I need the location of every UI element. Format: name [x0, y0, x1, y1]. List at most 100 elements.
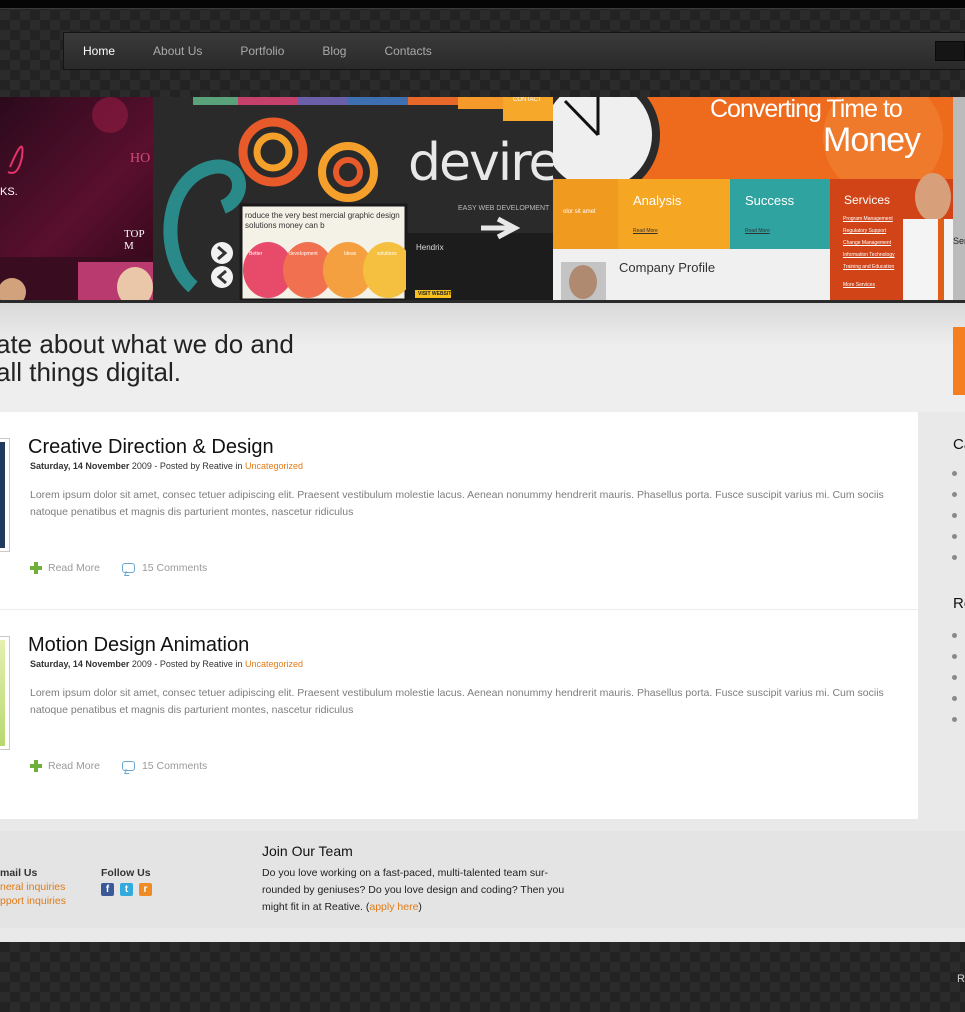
- sidebar-list-item[interactable]: [952, 550, 960, 571]
- slide-center-brand: devire: [408, 133, 553, 193]
- service-link[interactable]: Information Technology: [843, 249, 895, 261]
- plus-icon: [30, 562, 42, 574]
- slide-center[interactable]: devire EASY WEB DEVELOPMENT roduce the v…: [153, 97, 553, 300]
- nav-item-about-us[interactable]: About Us: [153, 44, 202, 58]
- post-byline: 2009 - Posted by Reative in: [129, 659, 245, 669]
- post-list: Creative Direction & Design Saturday, 14…: [0, 412, 918, 819]
- comment-icon: [121, 761, 135, 771]
- post-thumbnail[interactable]: [0, 438, 10, 552]
- plus-icon: [30, 760, 42, 772]
- service-link[interactable]: Regulatory Support: [843, 225, 895, 237]
- sidebar-list-item[interactable]: [952, 712, 960, 733]
- sidebar: Ca Re: [918, 412, 965, 819]
- post-thumbnail-image: [0, 442, 5, 548]
- post-thumbnail-image: [0, 640, 5, 746]
- slide-right-company-profile: Company Profile: [619, 260, 716, 275]
- slide-right-side-text: olor sit amet: [563, 209, 596, 215]
- post-category-link[interactable]: Uncategorized: [245, 461, 303, 471]
- sidebar-title-categories: Ca: [953, 436, 965, 453]
- slide-right-col-services: Services: [844, 193, 891, 207]
- sidebar-list-categories: [952, 466, 960, 571]
- post-excerpt: Lorem ipsum dolor sit amet, consec tetue…: [30, 489, 884, 518]
- slide-left-text-2: KS.: [0, 186, 18, 198]
- slide-right-headline-1: Converting Time to: [710, 97, 903, 123]
- post-item: Creative Direction & Design Saturday, 14…: [0, 412, 918, 609]
- nav-item-blog[interactable]: Blog: [322, 44, 346, 58]
- tagline-band: ate about what we do and all things digi…: [0, 303, 965, 412]
- slide-left-text-1: HO: [130, 151, 151, 166]
- join-team-text: Do you love working on a fast-paced, mul…: [262, 865, 582, 916]
- sidebar-list-item[interactable]: [952, 649, 960, 670]
- post-date: Saturday, 14 November: [30, 461, 130, 471]
- sidebar-list-item[interactable]: [952, 487, 960, 508]
- bubble-label-3: Ideas: [344, 251, 357, 257]
- sidebar-list-recent: [952, 628, 960, 733]
- sidebar-list-item[interactable]: [952, 466, 960, 487]
- top-bar: [0, 0, 965, 9]
- slide-right-col-success: Success: [745, 193, 795, 208]
- slide-right-read-more-2[interactable]: Read More: [745, 228, 770, 234]
- main-nav: Home About Us Portfolio Blog Contacts: [63, 32, 965, 70]
- post-excerpt: Lorem ipsum dolor sit amet, consec tetue…: [30, 687, 884, 716]
- service-link[interactable]: Program Management: [843, 213, 895, 225]
- slide-center-card-text: roduce the very best mercial graphic des…: [245, 211, 400, 230]
- facebook-icon[interactable]: f: [101, 883, 114, 896]
- post-title[interactable]: Creative Direction & Design: [28, 436, 274, 459]
- more-services-link[interactable]: More Services: [843, 282, 875, 288]
- post-meta: Saturday, 14 November 2009 - Posted by R…: [30, 461, 303, 471]
- sidebar-list-item[interactable]: [952, 529, 960, 550]
- tagline-line-1: ate about what we do and: [0, 329, 294, 359]
- nav-item-home[interactable]: Home: [83, 44, 115, 58]
- search-input[interactable]: [935, 41, 965, 61]
- slide-right-col-analysis: Analysis: [633, 193, 682, 208]
- slide-edge[interactable]: Ser: [953, 97, 965, 300]
- sidebar-list-item[interactable]: [952, 628, 960, 649]
- service-link[interactable]: Change Management: [843, 237, 895, 249]
- slide-center-panel-name: Hendrix: [416, 243, 444, 252]
- rss-icon[interactable]: r: [139, 883, 152, 896]
- slide-center-top-label: CONTACT: [513, 97, 542, 103]
- post-actions: Read More 15 Comments: [30, 562, 207, 574]
- comments-link[interactable]: 15 Comments: [142, 760, 207, 772]
- follow-us-title: Follow Us: [101, 867, 151, 879]
- post-item: Motion Design Animation Saturday, 14 Nov…: [0, 609, 918, 807]
- post-title[interactable]: Motion Design Animation: [28, 634, 249, 657]
- read-more-link[interactable]: Read More: [48, 562, 100, 574]
- tagline-text: ate about what we do and all things digi…: [0, 330, 316, 386]
- comment-icon: [121, 563, 135, 573]
- slide-left-text-3: TOP M: [124, 228, 145, 252]
- orange-tab[interactable]: [953, 327, 965, 395]
- slide-center-tagline: EASY WEB DEVELOPMENT: [458, 205, 550, 212]
- slide-center-art: [163, 97, 553, 300]
- slide-left[interactable]: HO KS. TOP M: [0, 97, 153, 300]
- general-inquiries-link[interactable]: neral inquiries: [0, 881, 65, 893]
- post-byline: 2009 - Posted by Reative in: [129, 461, 245, 471]
- sidebar-list-item[interactable]: [952, 670, 960, 691]
- hero-slider: HO KS. TOP M devire EASY WEB DEVELOPMENT…: [0, 97, 965, 303]
- post-actions: Read More 15 Comments: [30, 760, 207, 772]
- sidebar-title-recent: Re: [953, 595, 965, 612]
- read-more-link[interactable]: Read More: [48, 760, 100, 772]
- comments-link[interactable]: 15 Comments: [142, 562, 207, 574]
- slide-left-art: [0, 97, 153, 300]
- slide-edge-text: Ser: [953, 236, 965, 246]
- support-inquiries-link[interactable]: pport inquiries: [0, 895, 66, 907]
- slide-right[interactable]: Converting Time to Money Analysis Succes…: [553, 97, 953, 300]
- header: Home About Us Portfolio Blog Contacts: [0, 0, 965, 97]
- slide-right-read-more-1[interactable]: Read More: [633, 228, 658, 234]
- post-thumbnail[interactable]: [0, 636, 10, 750]
- nav-item-contacts[interactable]: Contacts: [384, 44, 431, 58]
- sidebar-list-item[interactable]: [952, 508, 960, 529]
- apply-here-link[interactable]: apply here: [369, 901, 418, 913]
- twitter-icon[interactable]: t: [120, 883, 133, 896]
- nav-item-portfolio[interactable]: Portfolio: [240, 44, 284, 58]
- visit-website-button[interactable]: VISIT WEBSITE: [418, 291, 455, 297]
- bottom-bar: R: [0, 942, 965, 1012]
- slide-right-services-list: Program Management Regulatory Support Ch…: [843, 213, 895, 273]
- sidebar-list-item[interactable]: [952, 691, 960, 712]
- post-category-link[interactable]: Uncategorized: [245, 659, 303, 669]
- service-link[interactable]: Training and Education: [843, 261, 895, 273]
- post-date: Saturday, 14 November: [30, 659, 130, 669]
- bubble-label-1: Better: [249, 251, 263, 257]
- email-us-title: mail Us: [0, 867, 38, 879]
